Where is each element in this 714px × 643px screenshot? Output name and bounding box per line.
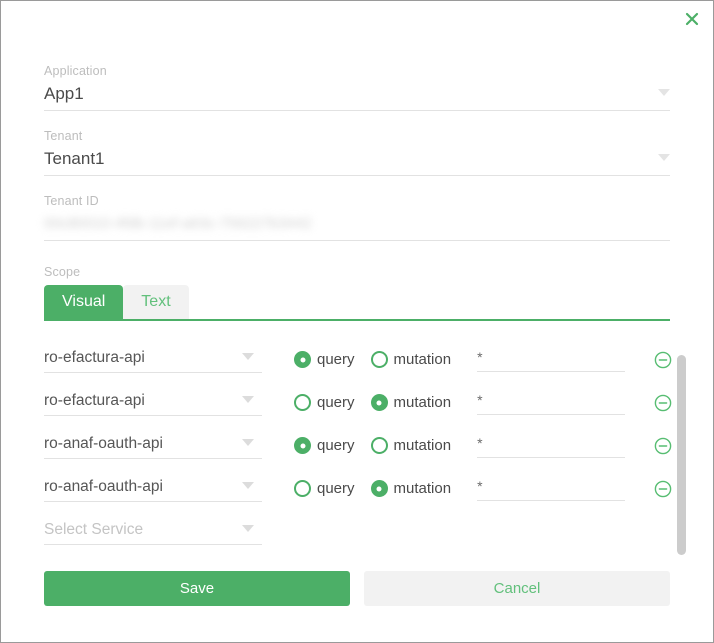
- remove-row-button[interactable]: [653, 436, 673, 456]
- save-button[interactable]: Save: [44, 571, 350, 606]
- scope-value-input[interactable]: *: [477, 390, 626, 415]
- chevron-down-icon: [242, 438, 254, 446]
- radio-mutation-label: mutation: [393, 350, 452, 368]
- tenant-id-field: Tenant ID 00c80010-4fdb-11ef-a63c-756227…: [44, 193, 670, 241]
- radio-indicator: [370, 480, 388, 497]
- scope-label: Scope: [44, 265, 81, 279]
- radio-query[interactable]: query: [294, 436, 355, 456]
- add-scope-row: Select Service: [44, 510, 670, 553]
- chevron-down-icon: [242, 481, 254, 489]
- scope-value-input[interactable]: *: [477, 476, 626, 501]
- radio-mutation[interactable]: mutation: [370, 393, 452, 413]
- scope-section: Scope Visual Text ro-efactura-api query …: [44, 265, 686, 555]
- operation-radio-group: query mutation: [294, 393, 451, 413]
- application-select[interactable]: App1: [44, 82, 670, 111]
- scope-editor-dialog: Application App1 Tenant Tenant1 Tenant I…: [0, 0, 714, 643]
- cancel-button[interactable]: Cancel: [364, 571, 670, 606]
- table-row: ro-anaf-oauth-api query mutation *: [44, 467, 673, 510]
- tenant-value: Tenant1: [44, 149, 105, 168]
- service-select[interactable]: ro-efactura-api: [44, 347, 262, 373]
- remove-row-button[interactable]: [653, 393, 673, 413]
- tab-text[interactable]: Text: [123, 285, 189, 319]
- scope-value-input[interactable]: *: [477, 347, 626, 372]
- radio-indicator: [294, 351, 311, 368]
- scope-value-input[interactable]: *: [477, 433, 626, 458]
- radio-query-label: query: [317, 393, 355, 411]
- tab-visual[interactable]: Visual: [44, 285, 124, 319]
- scope-value-text: *: [477, 478, 483, 494]
- chevron-down-icon: [658, 89, 670, 96]
- circle-minus-icon: [654, 394, 672, 412]
- tenant-id-value-row: 00c80010-4fdb-11ef-a63c-756227b3442: [44, 212, 670, 241]
- scrollbar-thumb[interactable]: [677, 355, 686, 555]
- service-select[interactable]: ro-anaf-oauth-api: [44, 476, 262, 502]
- radio-mutation-label: mutation: [393, 479, 452, 497]
- radio-mutation[interactable]: mutation: [370, 350, 452, 370]
- new-service-placeholder: Select Service: [44, 520, 144, 538]
- radio-mutation[interactable]: mutation: [370, 436, 452, 456]
- table-row: ro-efactura-api query mutation *: [44, 381, 673, 424]
- service-value: ro-efactura-api: [44, 348, 145, 366]
- chevron-down-icon: [242, 395, 254, 403]
- radio-query[interactable]: query: [294, 393, 355, 413]
- tenant-label: Tenant: [44, 129, 83, 143]
- operation-radio-group: query mutation: [294, 436, 451, 456]
- radio-query-label: query: [317, 436, 355, 454]
- remove-row-button[interactable]: [653, 479, 673, 499]
- tenant-id-value: 00c80010-4fdb-11ef-a63c-756227b3442: [44, 215, 312, 232]
- scope-value-text: *: [477, 435, 483, 451]
- close-icon: [684, 11, 700, 27]
- new-service-select[interactable]: Select Service: [44, 519, 262, 545]
- service-select[interactable]: ro-efactura-api: [44, 390, 262, 416]
- application-label: Application: [44, 64, 107, 78]
- operation-radio-group: query mutation: [294, 479, 451, 499]
- application-field: Application App1: [44, 63, 670, 111]
- radio-query[interactable]: query: [294, 350, 355, 370]
- service-select[interactable]: ro-anaf-oauth-api: [44, 433, 262, 459]
- radio-indicator: [294, 394, 311, 411]
- dialog-footer: Save Cancel: [44, 571, 670, 606]
- chevron-down-icon: [242, 352, 254, 360]
- table-row: ro-anaf-oauth-api query mutation *: [44, 424, 673, 467]
- radio-indicator: [294, 480, 311, 497]
- radio-mutation-label: mutation: [393, 393, 452, 411]
- radio-query[interactable]: query: [294, 479, 355, 499]
- chevron-down-icon: [242, 524, 254, 532]
- radio-query-label: query: [317, 350, 355, 368]
- scope-value-text: *: [477, 392, 483, 408]
- service-value: ro-anaf-oauth-api: [44, 434, 163, 452]
- chevron-down-icon: [658, 154, 670, 161]
- close-button[interactable]: [677, 5, 707, 33]
- circle-minus-icon: [654, 480, 672, 498]
- circle-minus-icon: [654, 351, 672, 369]
- scope-tabs: Visual Text: [44, 285, 670, 321]
- radio-indicator: [370, 351, 388, 368]
- dialog-form: Application App1 Tenant Tenant1 Tenant I…: [44, 63, 686, 555]
- radio-indicator: [370, 394, 388, 411]
- scope-value-text: *: [477, 349, 483, 365]
- tenant-select[interactable]: Tenant1: [44, 147, 670, 176]
- radio-query-label: query: [317, 479, 355, 497]
- table-row: ro-efactura-api query mutation *: [44, 338, 673, 381]
- radio-mutation-label: mutation: [393, 436, 452, 454]
- scope-rows-area: ro-efactura-api query mutation * ro-efac…: [44, 338, 686, 555]
- scope-rows-list: ro-efactura-api query mutation * ro-efac…: [44, 338, 673, 553]
- operation-radio-group: query mutation: [294, 350, 451, 370]
- radio-indicator: [370, 437, 388, 454]
- service-value: ro-efactura-api: [44, 391, 145, 409]
- scope-scrollbar[interactable]: [677, 355, 686, 555]
- remove-row-button[interactable]: [653, 350, 673, 370]
- radio-mutation[interactable]: mutation: [370, 479, 452, 499]
- application-value: App1: [44, 84, 84, 103]
- tenant-id-label: Tenant ID: [44, 194, 99, 208]
- circle-minus-icon: [654, 437, 672, 455]
- tenant-field: Tenant Tenant1: [44, 128, 670, 176]
- service-value: ro-anaf-oauth-api: [44, 477, 163, 495]
- radio-indicator: [294, 437, 311, 454]
